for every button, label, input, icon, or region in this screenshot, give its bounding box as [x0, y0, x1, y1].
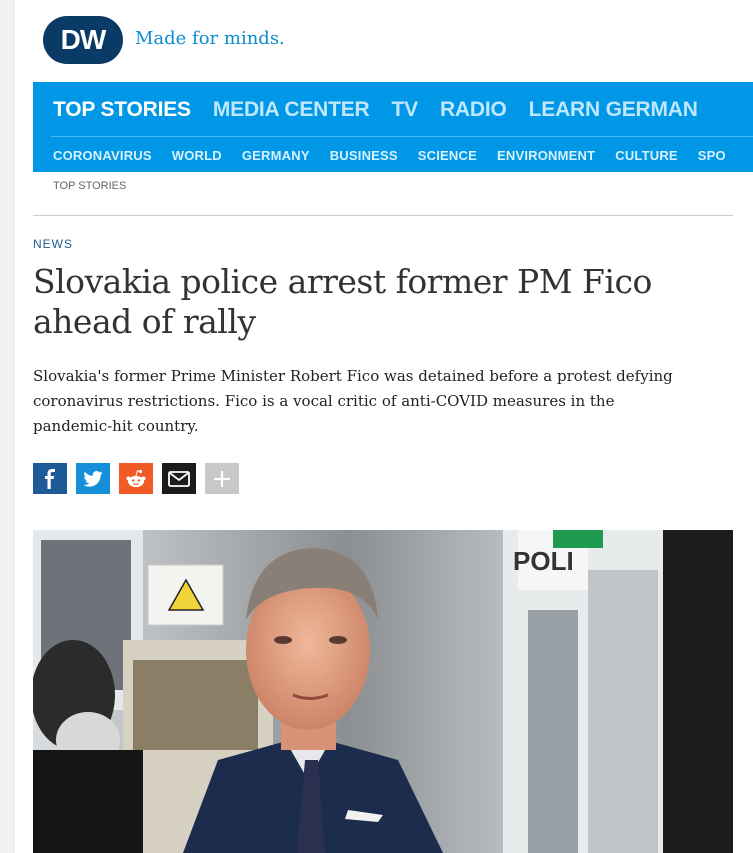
email-share-button[interactable] [162, 463, 196, 494]
nav-sports[interactable]: SPO [698, 148, 726, 164]
twitter-icon [83, 470, 103, 487]
nav-top-stories[interactable]: TOP STORIES [53, 98, 191, 126]
nav-science[interactable]: SCIENCE [418, 148, 477, 164]
nav-coronavirus[interactable]: CORONAVIRUS [53, 148, 152, 164]
article-teaser: Slovakia's former Prime Minister Robert … [33, 367, 673, 435]
article-kicker: NEWS [33, 237, 73, 251]
article-headline: Slovakia police arrest former PM Fico ah… [33, 262, 652, 341]
photo-sign-text: POLI [513, 546, 574, 576]
share-bar [33, 463, 239, 494]
nav-radio[interactable]: RADIO [440, 98, 507, 126]
secondary-nav: CORONAVIRUS WORLD GERMANY BUSINESS SCIEN… [53, 148, 726, 164]
nav-business[interactable]: BUSINESS [330, 148, 398, 164]
nav-divider [51, 136, 753, 137]
nav-culture[interactable]: CULTURE [615, 148, 678, 164]
reddit-icon [126, 469, 146, 487]
tagline: Made for minds. [135, 28, 285, 49]
nav-learn-german[interactable]: LEARN GERMAN [529, 98, 698, 126]
nav-germany[interactable]: GERMANY [242, 148, 310, 164]
dw-logo[interactable]: DW [43, 16, 123, 64]
page: DW Made for minds. TOP STORIES MEDIA CEN… [15, 0, 753, 853]
logo-text: DW [60, 24, 107, 55]
nav-tv[interactable]: TV [392, 98, 419, 126]
nav-environment[interactable]: ENVIRONMENT [497, 148, 595, 164]
divider [33, 215, 733, 216]
more-icon [214, 470, 230, 487]
primary-nav: TOP STORIES MEDIA CENTER TV RADIO LEARN … [53, 98, 698, 126]
more-share-button[interactable] [205, 463, 239, 494]
twitter-share-button[interactable] [76, 463, 110, 494]
facebook-share-button[interactable] [33, 463, 67, 494]
article-photo[interactable]: POLI [33, 530, 733, 853]
nav-world[interactable]: WORLD [172, 148, 222, 164]
photo-illustration: POLI [33, 530, 733, 853]
breadcrumb[interactable]: TOP STORIES [53, 180, 126, 192]
facebook-icon [45, 468, 55, 489]
nav-media-center[interactable]: MEDIA CENTER [213, 98, 370, 126]
reddit-share-button[interactable] [119, 463, 153, 494]
main-navigation: TOP STORIES MEDIA CENTER TV RADIO LEARN … [33, 82, 753, 172]
email-icon [168, 470, 190, 487]
